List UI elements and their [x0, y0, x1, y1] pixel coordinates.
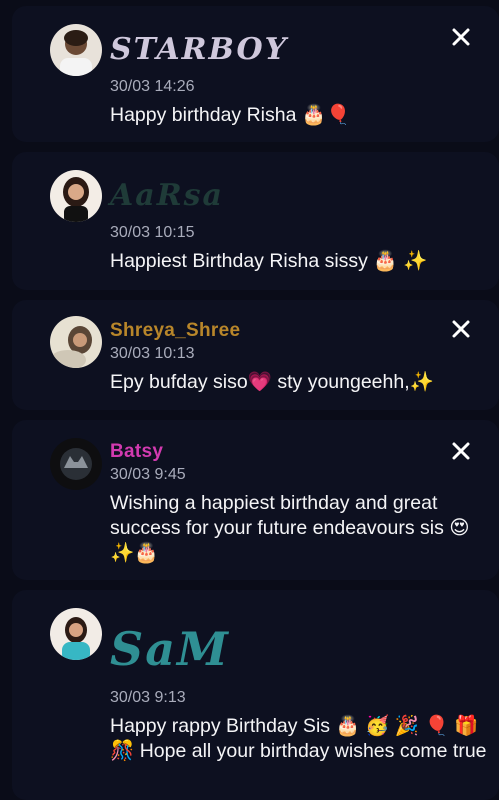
avatar-starboy[interactable] [50, 24, 102, 76]
commenter-name[interactable]: Shreya_Shree [110, 320, 240, 342]
avatar-batsy[interactable] [50, 438, 102, 490]
comment-timestamp: 30/03 10:15 [110, 224, 195, 241]
close-icon[interactable] [450, 318, 472, 340]
avatar-aarsa[interactable] [50, 170, 102, 222]
comment-timestamp: 30/03 10:13 [110, 345, 195, 362]
avatar-sam[interactable] [50, 608, 102, 660]
comment-timestamp: 30/03 9:45 [110, 466, 186, 483]
comment-timestamp: 30/03 9:13 [110, 689, 186, 706]
comment-timestamp: 30/03 14:26 [110, 78, 195, 95]
avatar-image [50, 316, 102, 368]
avatar-image [50, 170, 102, 222]
comment-text: Happiest Birthday Risha sissy 🎂 ✨ [110, 250, 428, 272]
comment-text: Happy rappy Birthday Sis 🎂 🥳 🎉 🎈 🎁 🎊 Hop… [110, 715, 487, 762]
close-icon[interactable] [450, 440, 472, 462]
commenter-name[interactable]: Batsy [110, 441, 163, 463]
avatar-image [50, 608, 102, 660]
comment-text: Wishing a happiest birthday and great su… [110, 492, 470, 564]
comment-text: Epy bufday siso💗 sty youngeehh,✨ [110, 371, 434, 393]
commenter-name[interactable]: AaRsa [110, 178, 224, 213]
commenter-name[interactable]: SaM [110, 622, 230, 676]
comment-text: Happy birthday Risha 🎂🎈 [110, 104, 351, 126]
close-icon[interactable] [450, 26, 472, 48]
commenter-name[interactable]: STARBOY [110, 32, 288, 67]
avatar-image [50, 438, 102, 490]
avatar-image [50, 24, 102, 76]
avatar-shreya[interactable] [50, 316, 102, 368]
